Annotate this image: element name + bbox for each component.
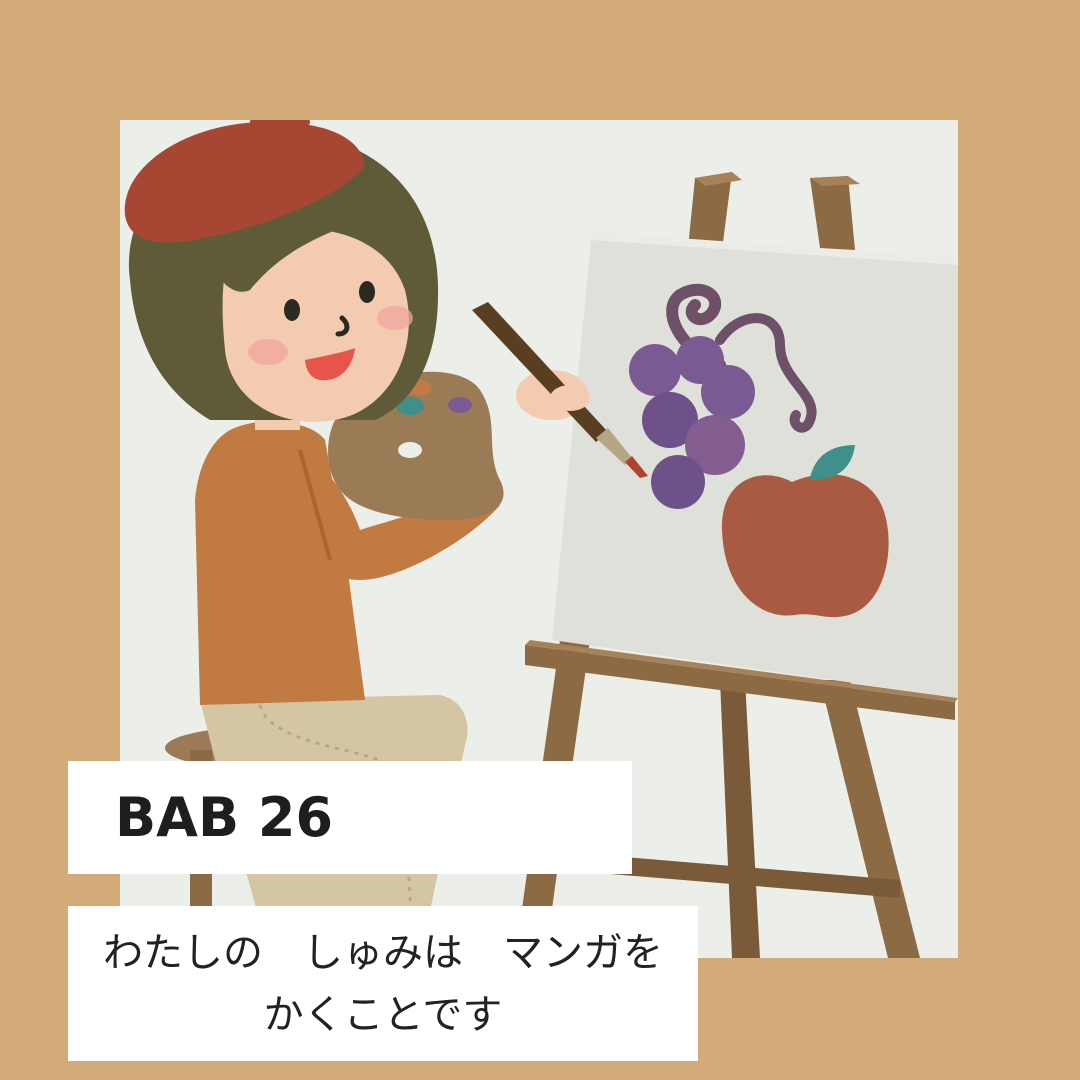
subtitle-line-1: わたしの しゅみは マンガを bbox=[103, 930, 663, 976]
subtitle-box: わたしの しゅみは マンガを かくことです bbox=[68, 906, 698, 1061]
chapter-title: BAB 26 bbox=[115, 786, 334, 849]
chapter-title-box: BAB 26 bbox=[68, 761, 632, 874]
subtitle-line-2: かくことです bbox=[263, 992, 503, 1038]
